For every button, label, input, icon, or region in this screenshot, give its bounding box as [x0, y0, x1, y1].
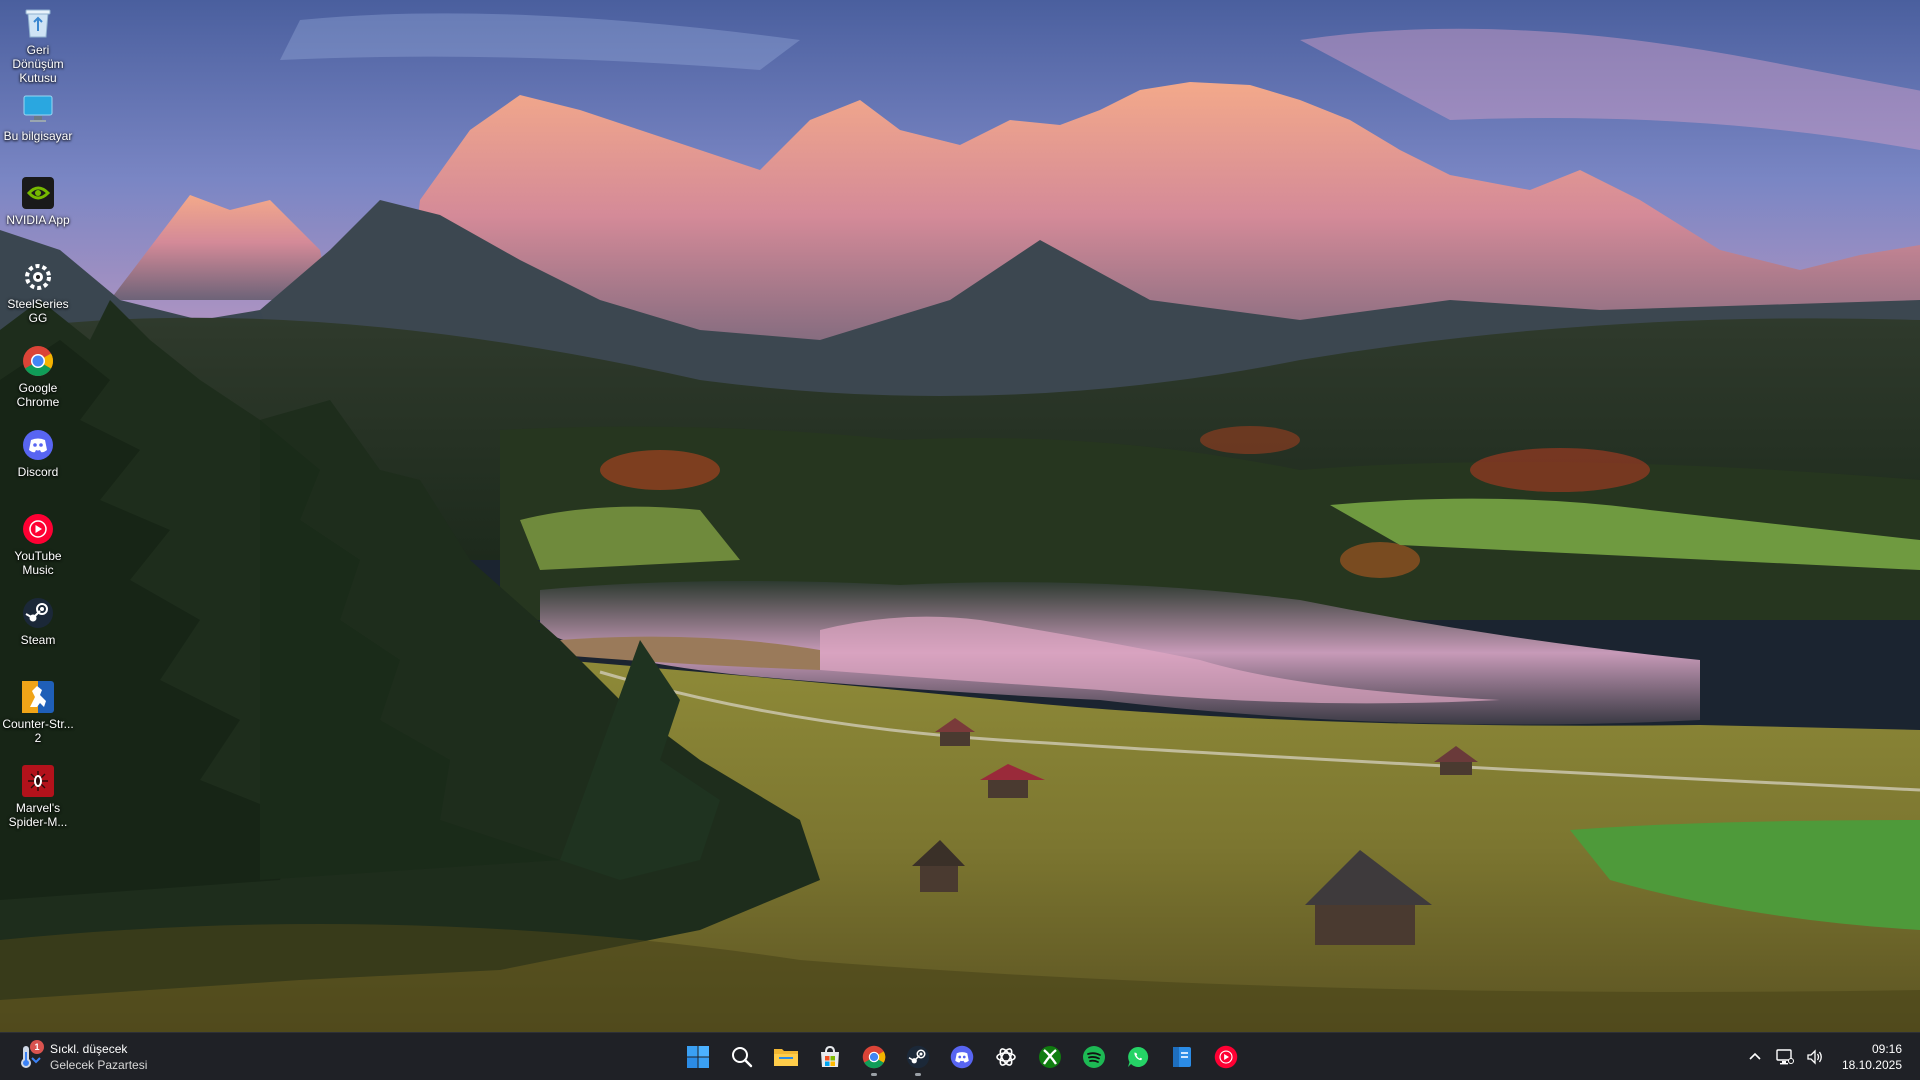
clock-date: 18.10.2025 [1841, 1058, 1902, 1072]
steelseries-icon [21, 260, 55, 294]
search-button[interactable] [720, 1037, 764, 1077]
youtube-music-icon [1214, 1045, 1238, 1069]
desktop-icon-label: SteelSeries GG [7, 297, 69, 325]
counter-strike-icon [21, 680, 55, 714]
chrome-taskbar-button[interactable] [852, 1037, 896, 1077]
file-explorer-button[interactable] [764, 1037, 808, 1077]
store-icon [821, 1045, 839, 1067]
network-icon[interactable] [1773, 1045, 1797, 1069]
weather-widget[interactable]: 1 Sıckl. düşecek Gelecek Pazartesi [14, 1039, 147, 1075]
steam-icon [21, 596, 55, 630]
search-icon [732, 1047, 753, 1068]
weather-thermometer-icon: 1 [14, 1040, 44, 1072]
desktop-icon-nvidia-app[interactable]: NVIDIA App [0, 172, 76, 227]
weather-title: Sıckl. düşecek [50, 1042, 128, 1056]
spotify-icon [1083, 1046, 1105, 1068]
desktop-icon-google-chrome[interactable]: Google Chrome [0, 340, 76, 409]
desktop-icon-counter-strike-2[interactable]: Counter-Str... 2 [0, 676, 76, 745]
desktop-icon-discord[interactable]: Discord [0, 424, 76, 479]
desktop-icon-label: YouTube Music [14, 549, 62, 577]
notification-badge: 1 [30, 1040, 44, 1054]
desktop-icon-label: Discord [17, 465, 59, 479]
youtube-music-icon [21, 512, 55, 546]
desktop-icon-label: Geri Dönüşüm Kutusu [12, 43, 64, 85]
nvidia-icon [21, 176, 55, 210]
weather-subtitle: Gelecek Pazartesi [50, 1058, 148, 1072]
chrome-icon [862, 1045, 886, 1069]
running-indicator [915, 1073, 921, 1076]
desktop-icon-spider-man[interactable]: Marvel's Spider-M... [0, 760, 76, 829]
notes-icon [1173, 1047, 1191, 1067]
whatsapp-icon [1128, 1046, 1149, 1067]
chrome-icon [21, 344, 55, 378]
notes-taskbar-button[interactable] [1160, 1037, 1204, 1077]
desktop-icon-steelseries-gg[interactable]: SteelSeries GG [0, 256, 76, 325]
desktop-icon-recycle-bin[interactable]: Geri Dönüşüm Kutusu [0, 2, 76, 85]
folder-icon [774, 1049, 798, 1066]
chevron-up-icon[interactable] [1743, 1045, 1767, 1069]
discord-taskbar-button[interactable] [940, 1037, 984, 1077]
discord-icon [21, 428, 55, 462]
clock-time: 09:16 [1871, 1042, 1902, 1056]
spider-man-icon [21, 764, 55, 798]
youtube-music-taskbar-button[interactable] [1204, 1037, 1248, 1077]
chatgpt-icon [996, 1048, 1016, 1066]
desktop-icon-label: Marvel's Spider-M... [8, 801, 68, 829]
xbox-taskbar-button[interactable] [1028, 1037, 1072, 1077]
spotify-taskbar-button[interactable] [1072, 1037, 1116, 1077]
steam-taskbar-button[interactable] [896, 1037, 940, 1077]
start-button[interactable] [676, 1037, 720, 1077]
steam-icon [906, 1045, 930, 1069]
desktop-icon-label: NVIDIA App [6, 213, 70, 227]
microsoft-store-button[interactable] [808, 1037, 852, 1077]
taskbar: 1 Sıckl. düşecek Gelecek Pazartesi 09:16… [0, 1032, 1920, 1080]
desktop-icon-label: Bu bilgisayar [3, 129, 73, 143]
running-indicator [871, 1073, 877, 1076]
desktop-icon-grid: Geri Dönüşüm Kutusu Bu bilgisayar NVIDIA… [0, 0, 76, 840]
xbox-icon [1039, 1046, 1061, 1068]
taskbar-pinned-apps [676, 1037, 1248, 1077]
desktop-icon-label: Steam [20, 633, 56, 647]
chatgpt-taskbar-button[interactable] [984, 1037, 1028, 1077]
computer-icon [21, 92, 55, 126]
desktop-wallpaper [0, 0, 1920, 1032]
desktop-icon-label: Google Chrome [16, 381, 60, 409]
desktop-icon-steam[interactable]: Steam [0, 592, 76, 647]
volume-icon[interactable] [1803, 1045, 1827, 1069]
system-tray: 09:16 18.10.2025 [1740, 1033, 1920, 1080]
desktop-icon-label: Counter-Str... 2 [2, 717, 74, 745]
recycle-bin-icon [21, 6, 55, 40]
desktop-icon-youtube-music[interactable]: YouTube Music [0, 508, 76, 577]
desktop-icon-this-pc[interactable]: Bu bilgisayar [0, 88, 76, 143]
windows-start-icon [687, 1046, 709, 1068]
discord-icon [950, 1045, 974, 1069]
whatsapp-taskbar-button[interactable] [1116, 1037, 1160, 1077]
taskbar-clock[interactable]: 09:16 18.10.2025 [1842, 1041, 1902, 1073]
